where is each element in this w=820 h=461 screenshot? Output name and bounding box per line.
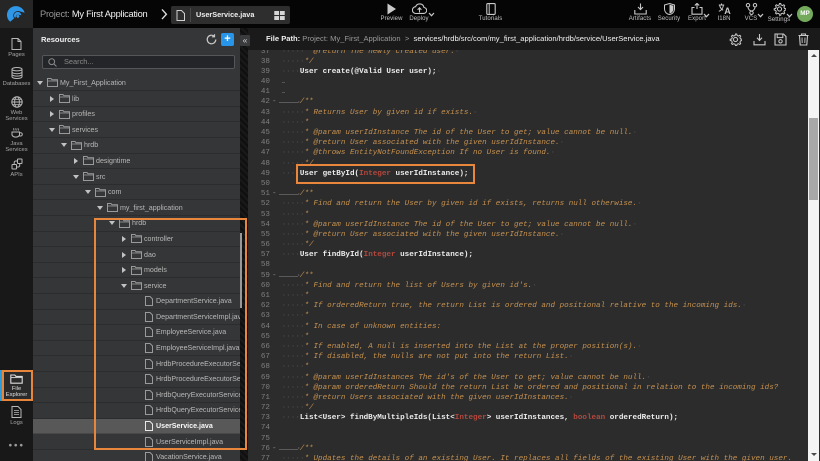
svg-text:A: A	[724, 6, 731, 15]
